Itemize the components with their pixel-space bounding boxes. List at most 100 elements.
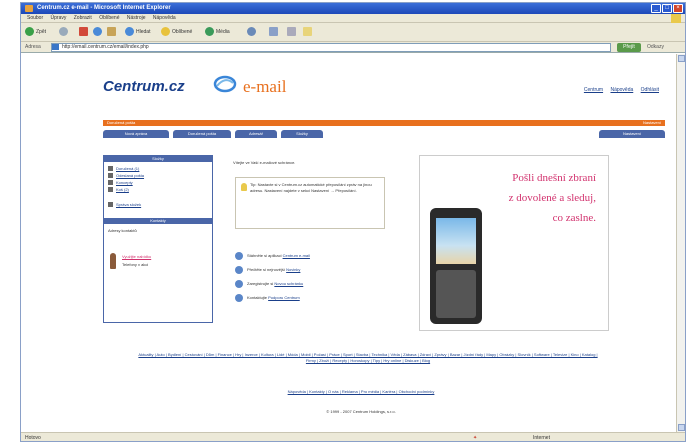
mail-button[interactable] [269, 27, 280, 38]
page-icon [52, 44, 59, 50]
go-button[interactable]: Přejít [617, 43, 641, 52]
top-link-help[interactable]: Nápověda [610, 87, 633, 93]
maximize-button[interactable]: □ [662, 4, 672, 13]
stop-button[interactable] [79, 27, 90, 38]
tip-box: Tip: Nastavte si v Centrum.cz automatick… [235, 177, 385, 229]
folder-sent[interactable]: Odeslaná pošta [116, 173, 144, 178]
footer-links-secondary[interactable]: Nápověda | Kontakty | O nás | Reklama | … [181, 389, 541, 394]
email-logo-text: e-mail [243, 77, 287, 96]
tip-text: Tip: Nastavte si v Centrum.cz automatick… [250, 182, 372, 193]
history-icon [247, 27, 256, 37]
phone-keypad [436, 270, 476, 318]
inbox-icon [108, 166, 113, 171]
forward-arrow-icon [59, 27, 68, 37]
folder-trash[interactable]: Koš (2) [116, 187, 129, 192]
tab-folders[interactable]: Složky [281, 130, 323, 138]
links-label[interactable]: Odkazy [647, 44, 664, 50]
zone-text: Internet [533, 435, 550, 441]
back-button[interactable]: Zpět [25, 27, 46, 38]
status-text: Hotovo [25, 435, 41, 441]
edit-button[interactable] [303, 27, 314, 38]
print-button[interactable] [287, 27, 298, 38]
address-bar: Adresa http://email.centrum.cz/email/ind… [21, 42, 685, 53]
support-icon [235, 294, 243, 302]
print-icon [287, 27, 296, 37]
mail-icon [269, 27, 278, 37]
register-icon [235, 280, 243, 288]
minimize-button[interactable]: _ [651, 4, 661, 13]
left-panel: Složky Doručená (1) Odeslaná pošta Konce… [103, 155, 213, 323]
media-icon [205, 27, 214, 37]
tab-contacts[interactable]: Adresář [235, 130, 277, 138]
media-button[interactable]: Média [205, 27, 230, 38]
top-link-centrum[interactable]: Centrum [584, 87, 603, 93]
search-button[interactable]: Hledat [125, 27, 150, 38]
windows-logo-icon [671, 14, 681, 23]
drafts-icon [108, 180, 113, 185]
phone-screen [436, 218, 476, 264]
folder-inbox[interactable]: Doručená (1) [116, 166, 139, 171]
close-button[interactable]: × [673, 4, 683, 13]
ad-line-2: z dovolené a sleduj, [508, 192, 596, 204]
menu-favorites[interactable]: Oblíbené [99, 15, 119, 21]
orange-left-link[interactable]: Doručená pošta [107, 120, 135, 126]
ie-icon [25, 5, 33, 12]
tabs-row: Nová zpráva Doručená pošta Adresář Složk… [103, 130, 665, 138]
home-button[interactable] [107, 27, 118, 38]
top-link-logout[interactable]: Odhlásit [641, 87, 659, 93]
promo-text: Telefony v akci [122, 262, 149, 267]
advertisement-banner[interactable]: Pošli dnešní zbraní z dovolené a sleduj,… [419, 155, 609, 331]
footer-links[interactable]: Aktuality | Auto | Bydlení | Cestování |… [133, 352, 603, 364]
email-swirl-icon [213, 75, 237, 93]
manage-folders-icon [108, 202, 113, 207]
favorites-button[interactable]: Oblíbené [161, 27, 192, 38]
address-input[interactable]: http://email.centrum.cz/email/index.php [51, 43, 611, 52]
folders-heading: Složky [104, 156, 212, 162]
action-item: Stáhněte si aplikaci Centrum e-mail [235, 252, 310, 260]
edit-icon [303, 27, 312, 37]
back-arrow-icon [25, 27, 34, 37]
refresh-button[interactable] [93, 27, 104, 38]
menu-help[interactable]: Nápověda [153, 15, 176, 21]
lightbulb-icon [241, 183, 247, 191]
toolbar: Zpět Hledat Oblíbené Média [21, 23, 685, 42]
menu-edit[interactable]: Úpravy [51, 15, 67, 21]
action-item: Kontaktujte Podporu Centrum [235, 294, 300, 302]
security-icon: ✦ [473, 435, 478, 441]
status-bar: Hotovo ✦ Internet [21, 432, 685, 441]
tab-inbox[interactable]: Doručená pošta [173, 130, 231, 138]
contacts-label: Adresy kontaktů [108, 228, 137, 233]
history-button[interactable] [247, 27, 258, 38]
manage-folders-link[interactable]: Správa složek [116, 202, 141, 207]
tab-settings[interactable]: Nastavení [599, 130, 665, 138]
folder-drafts[interactable]: Koncepty [116, 180, 133, 185]
menu-tools[interactable]: Nástroje [127, 15, 146, 21]
star-icon [161, 27, 170, 37]
sent-icon [108, 173, 113, 178]
vertical-scrollbar[interactable] [676, 54, 685, 432]
browser-window: Centrum.cz e-mail - Microsoft Internet E… [20, 2, 686, 442]
menu-view[interactable]: Zobrazit [74, 15, 92, 21]
promo-link[interactable]: Využijte nabídku [122, 254, 151, 259]
tab-new-message[interactable]: Nová zpráva [103, 130, 169, 138]
search-icon [125, 27, 134, 37]
orange-right-link[interactable]: Nastavení [643, 120, 661, 126]
centrum-logo[interactable]: Centrum.cz [103, 78, 185, 95]
forward-button[interactable] [59, 27, 70, 38]
address-label: Adresa [25, 44, 41, 50]
title-bar: Centrum.cz e-mail - Microsoft Internet E… [21, 3, 685, 14]
window-title: Centrum.cz e-mail - Microsoft Internet E… [37, 5, 171, 11]
trash-icon [108, 187, 113, 192]
top-links: Centrum Nápověda Odhlásit [578, 87, 659, 93]
scroll-up-icon[interactable] [678, 55, 685, 62]
copyright-text: © 1999 - 2007 Centrum Holdings, s.r.o. [326, 409, 396, 414]
stop-icon [79, 27, 88, 37]
ad-line-3: co zaslne. [552, 212, 596, 224]
action-item: Zaregistrujte si Novou schránku [235, 280, 303, 288]
orange-nav-bar: Doručená pošta Nastavení [103, 120, 665, 126]
download-icon [235, 252, 243, 260]
scroll-down-icon[interactable] [678, 424, 685, 431]
home-icon [107, 27, 116, 37]
menu-file[interactable]: Soubor [27, 15, 43, 21]
refresh-icon [93, 27, 102, 37]
